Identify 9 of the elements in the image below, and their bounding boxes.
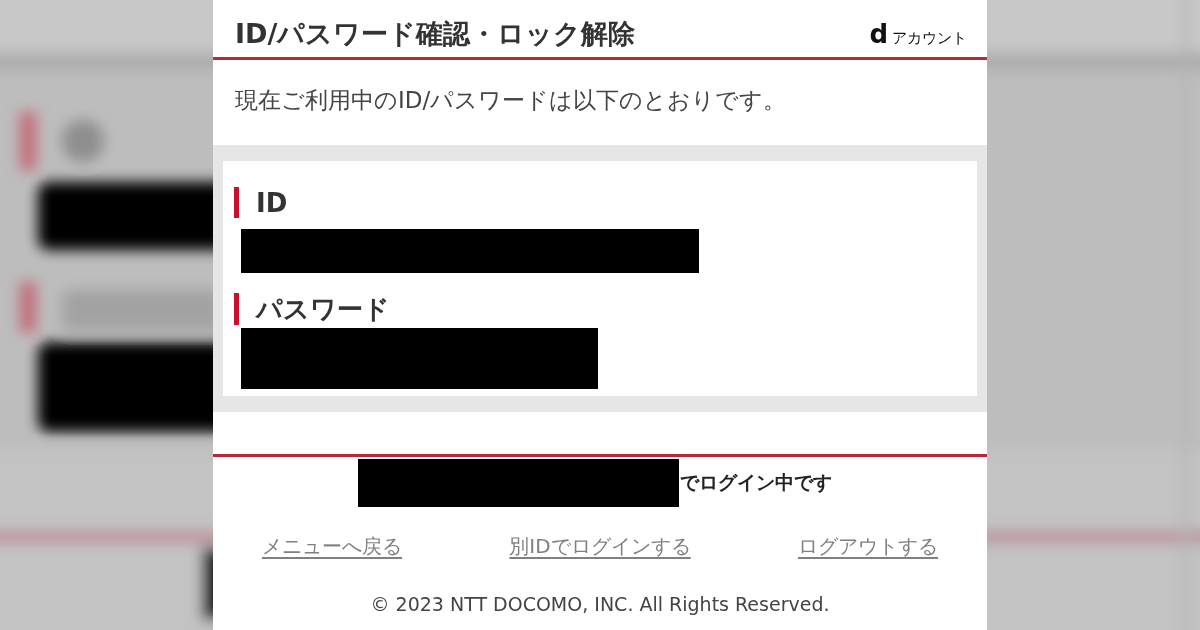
field-label: ID <box>234 187 967 218</box>
nav-link[interactable]: メニューへ戻る <box>262 532 402 560</box>
brand-logo: d アカウント <box>869 21 967 51</box>
intro-text: 現在ご利用中のID/パスワードは以下のとおりです。 <box>234 86 788 115</box>
nav-link[interactable]: 別IDでログインする <box>509 532 691 560</box>
nav-link[interactable]: ログアウトする <box>798 532 938 560</box>
login-status-text: でログイン中です <box>680 470 832 495</box>
page-title: ID/パスワード確認・ロック解除 <box>235 17 636 51</box>
copyright-text: © 2023 NTT DOCOMO, INC. All Rights Reserved. <box>369 592 831 617</box>
